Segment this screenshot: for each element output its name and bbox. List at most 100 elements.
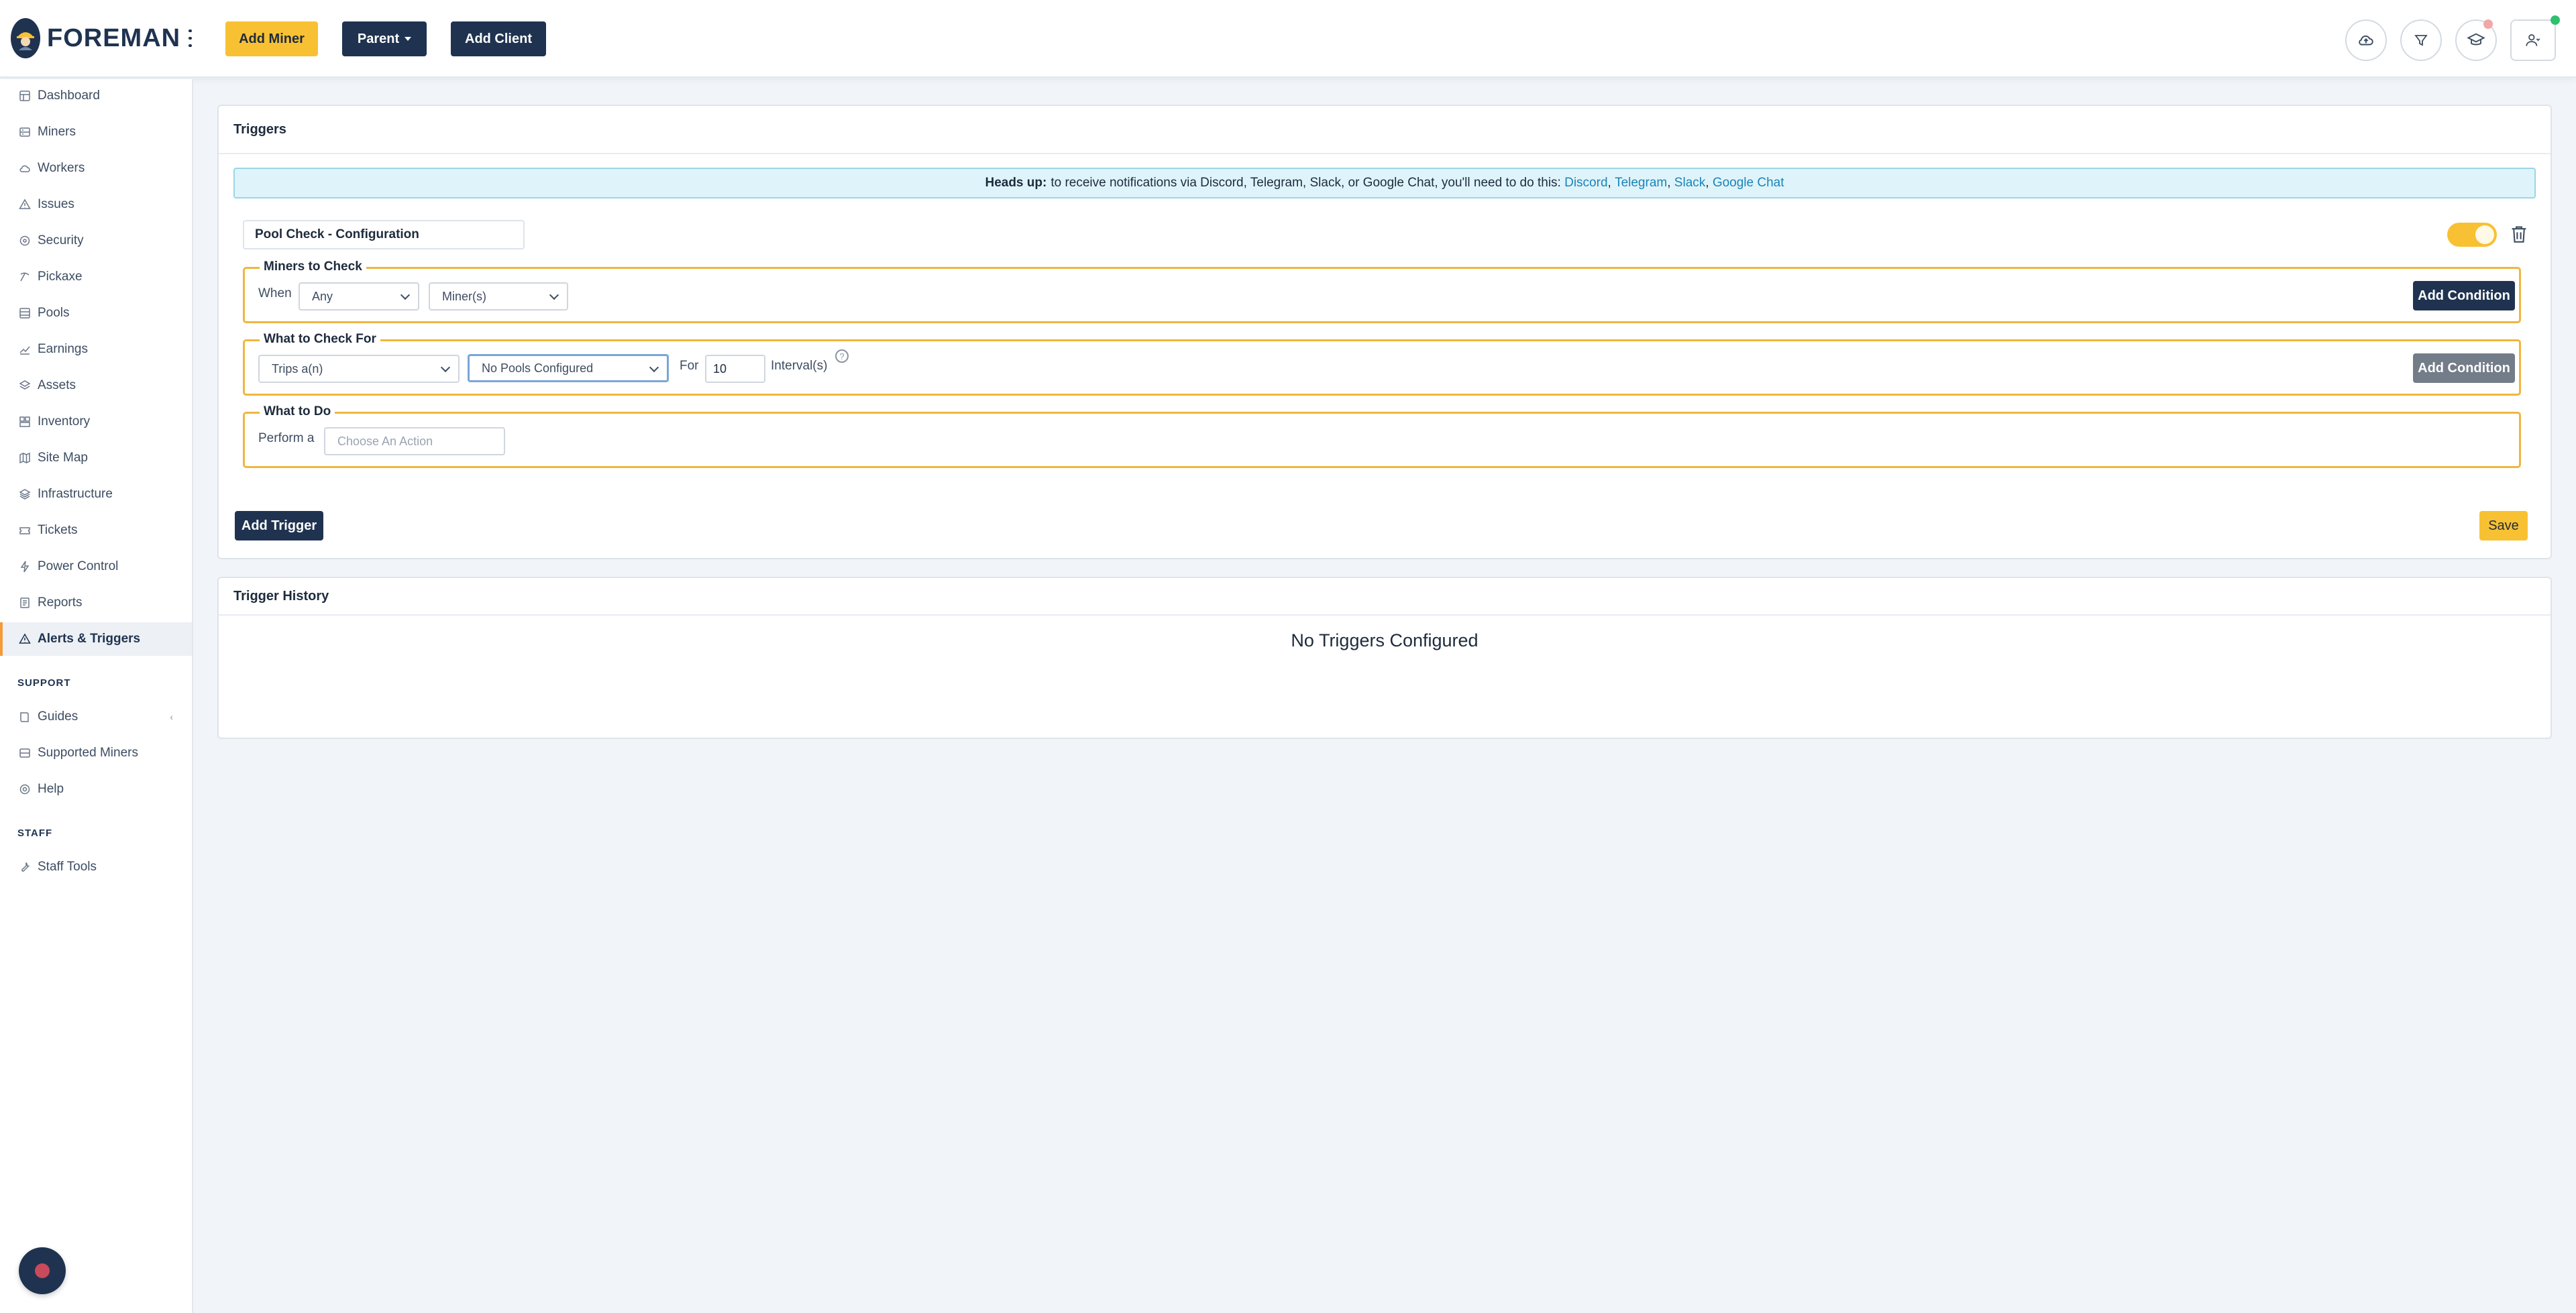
trigger-history-card: Trigger History No Triggers Configured: [217, 577, 2552, 739]
book-icon: [20, 712, 29, 722]
interval-input[interactable]: [705, 355, 765, 383]
staff-heading: STAFF: [17, 827, 53, 839]
sidebar-item-supported-miners[interactable]: Supported Miners: [0, 736, 192, 770]
sidebar-item-staff-tools[interactable]: Staff Tools: [0, 850, 192, 884]
sidebar-item-label: Power Control: [38, 559, 119, 573]
save-button[interactable]: Save: [2479, 511, 2528, 540]
sidebar-item-label: Tickets: [38, 523, 78, 537]
cloud-icon: [19, 165, 30, 172]
sidebar-item-inventory[interactable]: Inventory: [0, 405, 192, 439]
server-icon: [19, 748, 30, 758]
chevron-down-icon: [440, 362, 451, 373]
sidebar-item-pools[interactable]: Pools: [0, 296, 192, 330]
sidebar-item-dashboard[interactable]: Dashboard: [0, 79, 192, 113]
chat-support-button[interactable]: [19, 1247, 66, 1294]
add-condition-button-disabled[interactable]: Add Condition: [2413, 353, 2515, 383]
slack-link[interactable]: Slack: [1674, 176, 1705, 190]
help-icon: [19, 784, 30, 795]
add-client-button[interactable]: Add Client: [451, 21, 546, 56]
when-label: When: [258, 286, 292, 300]
report-icon: [20, 597, 30, 608]
sidebar-item-assets[interactable]: Assets: [0, 369, 192, 402]
sidebar-item-label: Supported Miners: [38, 746, 138, 760]
trigger-history-title: Trigger History: [219, 578, 2551, 616]
sidebar-item-label: Pools: [38, 306, 70, 320]
sidebar-item-power-control[interactable]: Power Control: [0, 550, 192, 583]
trigger-enabled-toggle[interactable]: [2447, 223, 2497, 247]
trigger-name-input[interactable]: [243, 220, 525, 249]
action-input[interactable]: [324, 427, 505, 455]
filter-icon[interactable]: [2400, 19, 2442, 61]
discord-link[interactable]: Discord: [1564, 176, 1607, 190]
trash-icon[interactable]: [2510, 224, 2528, 247]
brand-logo[interactable]: FOREMAN: [11, 18, 192, 58]
caret-down-icon: [405, 37, 412, 41]
quantifier-select[interactable]: Any: [299, 282, 419, 310]
sidebar-item-guides[interactable]: Guides ‹: [0, 700, 192, 734]
check-type-select[interactable]: Trips a(n): [258, 355, 460, 383]
sidebar-item-help[interactable]: Help: [0, 773, 192, 806]
sidebar-item-issues[interactable]: Issues: [0, 188, 192, 221]
target-select[interactable]: Miner(s): [429, 282, 568, 310]
sidebar-item-miners[interactable]: Miners: [0, 115, 192, 149]
help-icon[interactable]: ?: [835, 349, 849, 363]
online-status-dot: [2551, 15, 2560, 25]
check-value-select[interactable]: No Pools Configured: [468, 354, 669, 382]
sidebar-item-infrastructure[interactable]: Infrastructure: [0, 477, 192, 511]
target-value: Miner(s): [442, 289, 486, 303]
sidebar-item-pickaxe[interactable]: Pickaxe: [0, 260, 192, 294]
bolt-icon: [20, 561, 30, 573]
sidebar-item-label: Inventory: [38, 414, 91, 429]
sidebar-item-label: Issues: [38, 197, 74, 211]
interval-label: Interval(s): [771, 359, 828, 373]
sidebar-item-label: Security: [38, 233, 84, 247]
sidebar-item-reports[interactable]: Reports: [0, 586, 192, 620]
sidebar-item-security[interactable]: Security: [0, 224, 192, 258]
sidebar-item-earnings[interactable]: Earnings: [0, 333, 192, 366]
sidebar-item-label: Reports: [38, 595, 83, 610]
sidebar-item-label: Staff Tools: [38, 860, 97, 874]
google-chat-link[interactable]: Google Chat: [1713, 176, 1784, 190]
inventory-icon: [19, 416, 30, 427]
sidebar-item-label: Help: [38, 782, 64, 796]
add-condition-button[interactable]: Add Condition: [2413, 281, 2515, 310]
sidebar-item-label: Guides: [38, 709, 78, 724]
perform-label: Perform a: [258, 431, 315, 445]
add-trigger-button[interactable]: Add Trigger: [235, 511, 323, 540]
check-value-value: No Pools Configured: [482, 361, 594, 375]
user-menu-button[interactable]: [2510, 15, 2560, 61]
sidebar-item-label: Dashboard: [38, 89, 100, 103]
alert-bold: Heads up:: [985, 176, 1047, 190]
lock-icon: [19, 235, 30, 246]
sidebar-item-label: Earnings: [38, 342, 88, 356]
miners-to-check-section: Miners to Check When Any Miner(s) Add Co…: [243, 260, 2521, 323]
graduation-cap-icon[interactable]: [2455, 19, 2497, 61]
quantifier-value: Any: [312, 289, 333, 303]
pickaxe-icon: [20, 272, 30, 282]
what-to-do-legend: What to Do: [260, 404, 335, 419]
empty-state-text: No Triggers Configured: [1291, 630, 1479, 650]
chevron-down-icon: [400, 290, 411, 300]
sidebar-item-label: Workers: [38, 161, 85, 175]
sidebar-item-site-map[interactable]: Site Map: [0, 441, 192, 475]
support-heading: SUPPORT: [17, 677, 71, 689]
add-miner-button[interactable]: Add Miner: [225, 21, 318, 56]
telegram-link[interactable]: Telegram: [1615, 176, 1667, 190]
miners-to-check-legend: Miners to Check: [260, 260, 366, 274]
chevron-down-icon: [649, 362, 659, 373]
assets-icon: [19, 380, 31, 390]
alert-text: to receive notifications via Discord, Te…: [1051, 176, 1561, 190]
triggers-card: Triggers Heads up: to receive notificati…: [217, 105, 2552, 559]
sidebar-item-workers[interactable]: Workers: [0, 152, 192, 185]
foreman-logo-icon: [11, 18, 40, 58]
map-icon: [19, 452, 30, 464]
sidebar-item-label: Alerts & Triggers: [38, 632, 141, 646]
sidebar-item-alerts-triggers[interactable]: Alerts & Triggers: [0, 622, 192, 656]
menu-toggle-icon[interactable]: [189, 30, 192, 47]
parent-label: Parent: [357, 31, 400, 46]
sidebar-item-label: Pickaxe: [38, 270, 83, 284]
cloud-upload-icon[interactable]: [2345, 19, 2387, 61]
sidebar-item-tickets[interactable]: Tickets: [0, 514, 192, 547]
parent-dropdown-button[interactable]: Parent: [342, 21, 427, 56]
for-label: For: [680, 359, 699, 373]
